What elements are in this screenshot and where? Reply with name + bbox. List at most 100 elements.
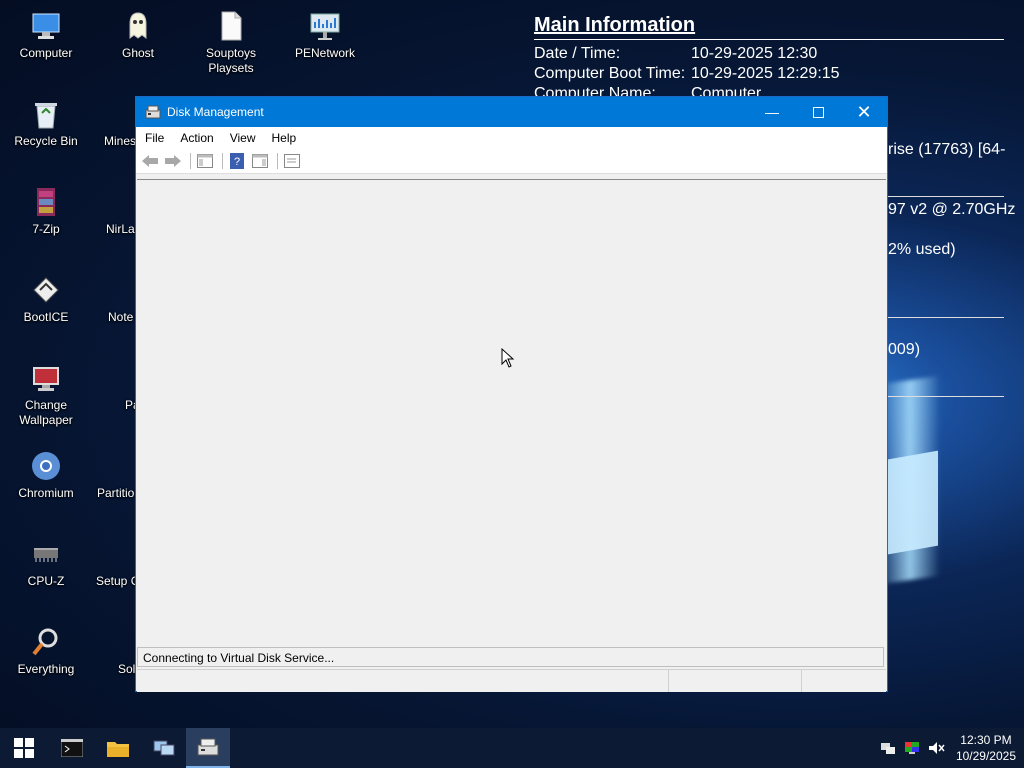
help-button[interactable]: ? [227, 152, 247, 170]
info-heading: Main Information [534, 14, 1004, 40]
folder-icon [107, 742, 129, 757]
toolbar-separator [277, 153, 278, 169]
desktop-icon-label: Everything [17, 662, 75, 676]
maximize-icon [812, 106, 824, 118]
help-icon: ? [230, 153, 244, 169]
cpu-icon [30, 538, 62, 570]
taskbar-command-prompt[interactable] [50, 728, 94, 768]
desktop-icon-cpuz[interactable]: CPU-Z [3, 532, 89, 589]
minimize-icon: — [765, 104, 779, 120]
menu-file[interactable]: File [138, 131, 171, 145]
desktop-icon-label: Computer [19, 46, 73, 60]
network-computers-icon [153, 740, 175, 756]
menu-help[interactable]: Help [265, 131, 304, 145]
toolbar-separator [222, 153, 223, 169]
lower-status-bar [137, 669, 886, 692]
windows-logo-icon [14, 738, 34, 758]
display-tray-icon[interactable] [904, 740, 920, 756]
info-divider [888, 396, 1004, 397]
window-title: Disk Management [167, 105, 264, 119]
menu-action[interactable]: Action [173, 131, 220, 145]
status-text: Connecting to Virtual Disk Service... [143, 651, 335, 665]
back-arrow-icon [142, 155, 158, 167]
arrow-cursor-icon [501, 347, 515, 368]
computer-icon [30, 10, 62, 42]
desktop-icon-label: Chromium [18, 486, 74, 500]
info-fragment: 97 v2 @ 2.70GHz [888, 201, 1016, 218]
desktop-icon-label: Recycle Bin [14, 134, 78, 148]
network-tray-icon[interactable] [880, 740, 896, 756]
info-row: Date / Time: 10-29-2025 12:30 [534, 45, 818, 62]
recycle-bin-icon [30, 98, 62, 130]
clock-time: 12:30 PM [960, 733, 1012, 747]
status-cell [668, 670, 669, 692]
desktop-icon-everything[interactable]: Everything [3, 620, 89, 677]
desktop-icon-label: Change Wallpaper [19, 398, 73, 427]
back-button[interactable] [140, 152, 160, 170]
info-divider [888, 196, 1004, 197]
clock-date: 10/29/2025 [955, 749, 1016, 763]
minimize-button[interactable]: — [749, 97, 795, 127]
status-cell [801, 670, 802, 692]
desktop-icon-label: Ghost [121, 46, 154, 60]
mouse-cursor [501, 347, 515, 373]
menu-view[interactable]: View [223, 131, 263, 145]
main-information-panel: Main Information Date / Time: 10-29-2025 … [534, 14, 1004, 104]
properties-icon [284, 154, 300, 168]
desktop-icon-computer[interactable]: Computer [3, 4, 89, 61]
taskbar-file-explorer[interactable] [96, 728, 140, 768]
desktop-icon-label: PENetwork [294, 46, 356, 60]
svg-text:?: ? [234, 156, 240, 168]
file-icon [215, 10, 247, 42]
ghost-icon [122, 10, 154, 42]
network-icon [309, 10, 341, 42]
forward-arrow-icon [165, 155, 181, 167]
taskbar-clock[interactable]: 12:30 PM 10/29/2025 [956, 732, 1016, 764]
bootice-icon [30, 274, 62, 306]
info-divider [888, 317, 1004, 318]
forward-button[interactable] [163, 152, 183, 170]
desktop-icon-ghost[interactable]: Ghost [95, 4, 181, 61]
main-content-area[interactable] [137, 179, 886, 646]
console-tree-icon [197, 154, 213, 168]
desktop-icon-penetwork[interactable]: PENetwork [282, 4, 368, 61]
desktop-icon-recycle-bin[interactable]: Recycle Bin [3, 92, 89, 149]
info-fragment: 009) [888, 341, 921, 358]
desktop-icon-chromium[interactable]: Chromium [3, 444, 89, 501]
info-fragment: rise (17763) [64- [888, 141, 1006, 158]
desktop-icon-bootice[interactable]: BootICE [3, 268, 89, 325]
desktop-icon-label: CPU-Z [27, 574, 65, 588]
menu-bar: File Action View Help [136, 127, 887, 149]
system-tray: 12:30 PM 10/29/2025 [880, 728, 1024, 768]
action-pane-icon [252, 154, 268, 168]
disk-management-window[interactable]: Disk Management — ✕ File Action View Hel… [135, 96, 888, 692]
properties-button[interactable] [282, 152, 302, 170]
info-row: Computer Boot Time: 10-29-2025 12:29:15 [534, 65, 840, 82]
volume-muted-icon[interactable] [928, 740, 946, 756]
disk-management-icon [145, 104, 161, 120]
show-hide-action-pane-button[interactable] [250, 152, 270, 170]
toolbar: ? [136, 149, 887, 174]
close-button[interactable]: ✕ [841, 97, 887, 127]
maximize-button[interactable] [795, 97, 841, 127]
toolbar-separator [190, 153, 191, 169]
wallpaper-light-core [888, 450, 938, 555]
taskbar-network-app[interactable] [142, 728, 186, 768]
status-bar: Connecting to Virtual Disk Service... [137, 647, 884, 667]
taskbar-disk-management[interactable] [186, 728, 230, 768]
desktop-icon-change-wallpaper[interactable]: Change Wallpaper [3, 356, 89, 428]
start-button[interactable] [2, 728, 46, 768]
chromium-icon [30, 450, 62, 482]
desktop-icon-label: BootICE [23, 310, 69, 324]
desktop-icon-7zip[interactable]: 7-Zip [3, 180, 89, 237]
info-fragment: 2% used) [888, 241, 956, 258]
desktop-icon-label: Souptoys Playsets [205, 46, 257, 75]
terminal-icon [61, 739, 83, 757]
title-bar[interactable]: Disk Management — ✕ [136, 97, 887, 127]
close-icon: ✕ [856, 101, 872, 122]
show-hide-console-tree-button[interactable] [195, 152, 215, 170]
taskbar: 12:30 PM 10/29/2025 [0, 728, 1024, 768]
desktop-icon-souptoys[interactable]: Souptoys Playsets [188, 4, 274, 76]
desktop-icon-label: 7-Zip [32, 222, 60, 236]
magnifier-icon [30, 626, 62, 658]
